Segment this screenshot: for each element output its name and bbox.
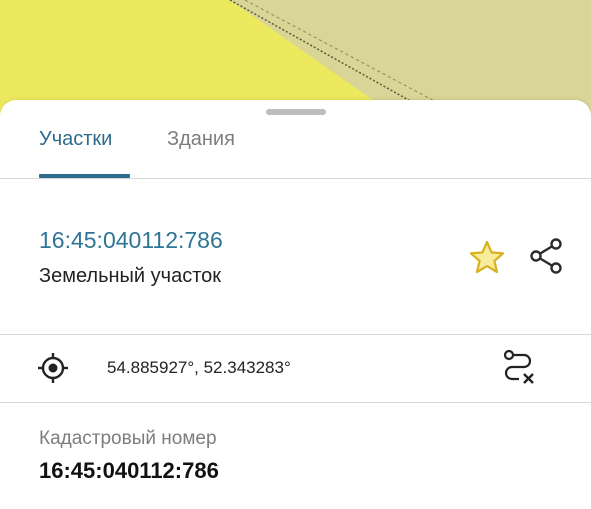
route-button[interactable] bbox=[500, 348, 538, 388]
share-icon bbox=[530, 238, 562, 274]
section-divider-bottom bbox=[0, 402, 591, 403]
share-button[interactable] bbox=[526, 236, 566, 276]
cadastral-number-label: Кадастровый номер bbox=[39, 428, 217, 449]
cadastral-number-value: 16:45:040112:786 bbox=[39, 458, 219, 483]
tab-parcels[interactable]: Участки bbox=[39, 127, 112, 151]
tab-buildings[interactable]: Здания bbox=[167, 127, 235, 151]
route-clear-icon bbox=[503, 349, 534, 384]
crosshair-icon bbox=[38, 353, 68, 383]
coordinates-row: 54.885927°, 52.343283° bbox=[0, 334, 591, 402]
tabs-divider bbox=[0, 178, 591, 179]
favorite-button[interactable] bbox=[468, 239, 506, 275]
star-icon bbox=[469, 240, 505, 274]
coordinates-text[interactable]: 54.885927°, 52.343283° bbox=[107, 358, 291, 378]
cadastral-number-link[interactable]: 16:45:040112:786 bbox=[39, 226, 223, 254]
bottom-sheet: Участки Здания 16:45:040112:786 Земельны… bbox=[0, 100, 591, 509]
tab-bar: Участки Здания bbox=[0, 100, 591, 178]
parcel-type: Земельный участок bbox=[39, 265, 222, 287]
